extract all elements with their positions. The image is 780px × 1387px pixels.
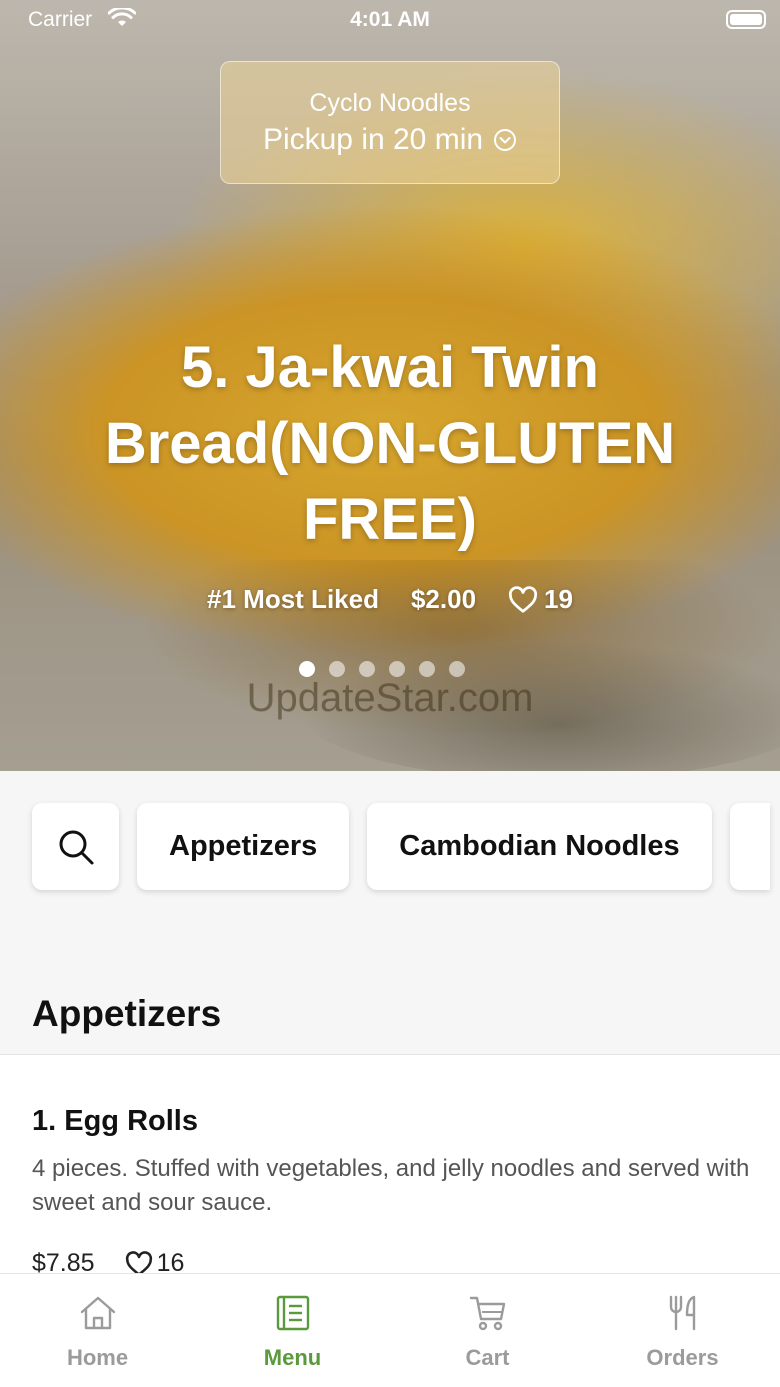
tab-cart-label: Cart [465, 1345, 510, 1370]
status-bar: Carrier 4:01 AM [0, 0, 780, 40]
restaurant-name: Cyclo Noodles [309, 89, 471, 117]
menu-item[interactable]: 1. Egg Rolls 4 pieces. Stuffed with vege… [0, 1055, 780, 1295]
pickup-selector[interactable]: Cyclo Noodles Pickup in 20 min [220, 61, 560, 184]
carousel-dot[interactable] [389, 661, 405, 677]
section-title: Appetizers [32, 993, 222, 1034]
carousel-dot[interactable] [299, 661, 315, 677]
category-chip-cambodian-noodles[interactable]: Cambodian Noodles [367, 803, 712, 890]
battery-icon [726, 10, 766, 29]
cart-icon [469, 1296, 505, 1331]
featured-item-title: 5. Ja-kwai Twin Bread(NON-GLUTEN FREE) [104, 335, 676, 552]
carousel-dot[interactable] [419, 661, 435, 677]
category-chip-overflow[interactable] [729, 803, 770, 890]
featured-rank: #1 Most Liked [207, 584, 379, 614]
featured-item-meta: #1 Most Liked $2.00 19 [0, 584, 780, 615]
tab-menu[interactable]: Menu [195, 1274, 390, 1387]
featured-likes-count: 19 [544, 584, 573, 614]
menu-item-description: 4 pieces. Stuffed with vegetables, and j… [32, 1155, 750, 1216]
chevron-down-circle-icon [494, 129, 517, 151]
tab-orders-label: Orders [646, 1345, 719, 1370]
featured-price: $2.00 [410, 584, 477, 614]
tab-menu-label: Menu [263, 1345, 322, 1370]
menu-item-name: 1. Egg Rolls [32, 1105, 198, 1137]
search-button[interactable] [32, 803, 119, 890]
hero-banner[interactable]: Carrier 4:01 AM Cyclo Noodles Pickup in … [0, 0, 780, 771]
tab-cart[interactable]: Cart [390, 1274, 585, 1387]
watermark: UpdateStar.com [246, 676, 534, 720]
clock: 4:01 AM [350, 8, 430, 31]
pickup-time-label: Pickup in 20 min [262, 123, 484, 156]
heart-icon [509, 585, 538, 613]
category-chip-appetizers[interactable]: Appetizers [137, 803, 350, 890]
tab-home-label: Home [66, 1345, 129, 1370]
carousel-dot[interactable] [359, 661, 375, 677]
carousel-dot[interactable] [449, 661, 465, 677]
category-bar[interactable]: Appetizers Cambodian Noodles [32, 803, 770, 890]
tab-orders[interactable]: Orders [585, 1274, 780, 1387]
home-icon [80, 1296, 115, 1330]
featured-likes[interactable]: 19 [508, 584, 573, 615]
tab-home[interactable]: Home [0, 1274, 195, 1387]
menu-icon [276, 1295, 309, 1331]
search-icon [59, 830, 93, 864]
carousel-dot[interactable] [329, 661, 345, 677]
utensils-icon [669, 1295, 695, 1331]
carousel-pagination[interactable] [299, 661, 465, 677]
tab-bar[interactable]: Home Menu Cart Orders [0, 1273, 780, 1387]
